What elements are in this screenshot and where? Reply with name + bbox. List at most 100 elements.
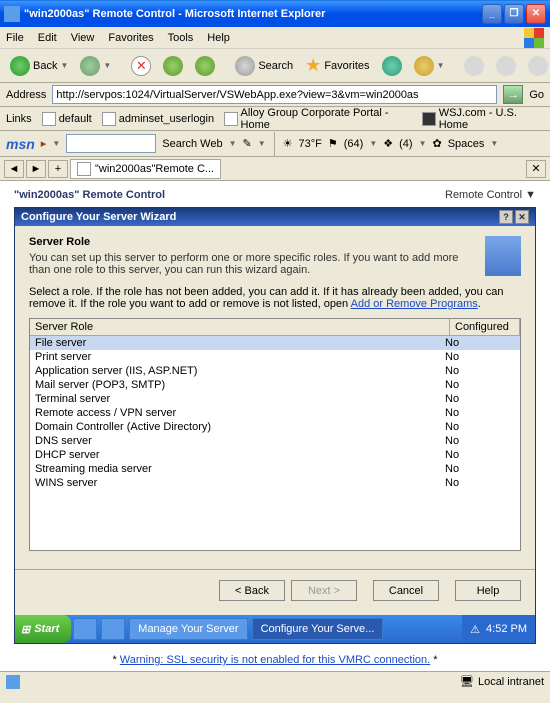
search-button[interactable]: Search: [231, 54, 297, 78]
address-input[interactable]: [52, 85, 497, 104]
start-button[interactable]: ⊞Start: [15, 615, 71, 643]
link-adminset[interactable]: adminset_userlogin: [102, 112, 214, 126]
help-button[interactable]: Help: [455, 580, 521, 601]
weather-icon: ☀: [283, 137, 293, 150]
stop-button[interactable]: ✕: [127, 54, 155, 78]
forward-button[interactable]: ▼: [76, 54, 115, 78]
msn-temp[interactable]: 73°F: [299, 138, 322, 150]
menu-view[interactable]: View: [71, 32, 95, 44]
wizard-instruction: Select a role. If the role has not been …: [29, 286, 521, 310]
table-row[interactable]: Remote access / VPN serverNo: [30, 406, 520, 420]
msn-search-input[interactable]: [66, 134, 156, 153]
menu-file[interactable]: File: [6, 32, 24, 44]
star-icon: ★: [305, 55, 321, 76]
media-button[interactable]: [378, 54, 406, 78]
window-titlebar: "win2000as" Remote Control - Microsoft I…: [0, 0, 550, 27]
vm-help-button[interactable]: ?: [499, 210, 513, 224]
link-wsj[interactable]: WSJ.com - U.S. Home: [422, 107, 544, 131]
forward-icon: [80, 56, 100, 76]
home-icon: [195, 56, 215, 76]
add-remove-programs-link[interactable]: Add or Remove Programs: [351, 298, 478, 310]
col-configured[interactable]: Configured: [450, 319, 520, 335]
menu-help[interactable]: Help: [207, 32, 230, 44]
history-button[interactable]: ▼: [410, 54, 449, 78]
page-content: "win2000as" Remote Control Remote Contro…: [0, 181, 550, 671]
taskbar-explorer-button[interactable]: [101, 618, 125, 640]
system-tray[interactable]: ⚠4:52 PM: [462, 615, 535, 643]
link-default[interactable]: default: [42, 112, 92, 126]
refresh-icon: [163, 56, 183, 76]
tab-prev-button[interactable]: ◄: [4, 160, 24, 178]
table-row[interactable]: Application server (IIS, ASP.NET)No: [30, 364, 520, 378]
address-label: Address: [6, 89, 46, 101]
favorites-button[interactable]: ★Favorites: [301, 53, 373, 78]
close-button[interactable]: ✕: [526, 4, 546, 24]
back-icon: [10, 56, 30, 76]
vm-window-title: Configure Your Server Wizard: [21, 211, 176, 223]
minimize-button[interactable]: _: [482, 4, 502, 24]
table-row[interactable]: WINS serverNo: [30, 476, 520, 490]
table-row[interactable]: File serverNo: [30, 336, 520, 350]
table-row[interactable]: Mail server (POP3, SMTP)No: [30, 378, 520, 392]
tab-new-button[interactable]: +: [48, 160, 68, 178]
menu-edit[interactable]: Edit: [38, 32, 57, 44]
table-row[interactable]: Print serverNo: [30, 350, 520, 364]
table-header: Server Role Configured: [30, 319, 520, 336]
table-row[interactable]: DHCP serverNo: [30, 448, 520, 462]
vm-close-button[interactable]: ✕: [515, 210, 529, 224]
back-button[interactable]: < Back: [219, 580, 285, 601]
table-row[interactable]: Streaming media serverNo: [30, 462, 520, 476]
ie-icon: [4, 6, 20, 22]
search-icon: [235, 56, 255, 76]
msn-blocked[interactable]: (64): [344, 138, 364, 150]
menu-favorites[interactable]: Favorites: [108, 32, 153, 44]
table-row[interactable]: DNS serverNo: [30, 434, 520, 448]
security-zone[interactable]: 🖥Local intranet: [460, 675, 544, 688]
media-icon: [382, 56, 402, 76]
history-icon: [414, 56, 434, 76]
wizard-buttons: < Back Next > Cancel Help: [15, 569, 535, 611]
taskbar-configure[interactable]: Configure Your Serve...: [252, 618, 384, 640]
msn-logo[interactable]: msn: [6, 136, 35, 152]
back-button[interactable]: Back▼: [6, 54, 72, 78]
table-row[interactable]: Domain Controller (Active Directory)No: [30, 420, 520, 434]
msn-popup[interactable]: (4): [399, 138, 412, 150]
page-title: "win2000as" Remote Control: [14, 189, 165, 201]
wsj-icon: [422, 112, 435, 126]
ssl-warning-link[interactable]: Warning: SSL security is not enabled for…: [120, 654, 430, 666]
menu-tools[interactable]: Tools: [168, 32, 194, 44]
print-icon: [496, 56, 516, 76]
remote-control-dropdown[interactable]: Remote Control ▼: [445, 189, 536, 201]
edit-button[interactable]: [524, 54, 550, 78]
edit-icon: [528, 56, 548, 76]
status-bar: 🖥Local intranet: [0, 671, 550, 691]
go-button[interactable]: →: [503, 85, 523, 104]
browser-tab[interactable]: "win2000as"Remote C...: [70, 159, 221, 179]
table-row[interactable]: Terminal serverNo: [30, 392, 520, 406]
refresh-button[interactable]: [159, 54, 187, 78]
wizard-intro: You can set up this server to perform on…: [29, 252, 475, 276]
tab-next-button[interactable]: ►: [26, 160, 46, 178]
home-button[interactable]: [191, 54, 219, 78]
print-button[interactable]: [492, 54, 520, 78]
next-button[interactable]: Next >: [291, 580, 357, 601]
standard-toolbar: Back▼ ▼ ✕ Search ★Favorites ▼: [0, 49, 550, 83]
link-alloy[interactable]: Alloy Group Corporate Portal - Home: [224, 107, 412, 131]
msn-toolbar: msn▸▼ Search Web▼ ✎▼ ☀73°F ⚑(64)▼ ❖(4)▼ …: [0, 131, 550, 157]
tab-close-button[interactable]: ✕: [526, 160, 546, 178]
stop-icon: ✕: [131, 56, 151, 76]
blocked-icon: ⚑: [328, 137, 338, 150]
msn-spaces[interactable]: Spaces: [448, 138, 485, 150]
windows-logo-icon: [524, 28, 544, 48]
address-bar: Address → Go: [0, 83, 550, 107]
menu-bar: File Edit View Favorites Tools Help: [0, 27, 550, 49]
col-server-role[interactable]: Server Role: [30, 319, 450, 335]
taskbar-manage[interactable]: Manage Your Server: [129, 618, 247, 640]
mail-button[interactable]: [460, 54, 488, 78]
maximize-button[interactable]: ❐: [504, 4, 524, 24]
vm-taskbar: ⊞Start Manage Your Server Configure Your…: [15, 615, 535, 643]
cancel-button[interactable]: Cancel: [373, 580, 439, 601]
msn-search-web[interactable]: Search Web: [162, 138, 222, 150]
highlight-icon[interactable]: ✎: [243, 137, 252, 150]
taskbar-ie-button[interactable]: [73, 618, 97, 640]
